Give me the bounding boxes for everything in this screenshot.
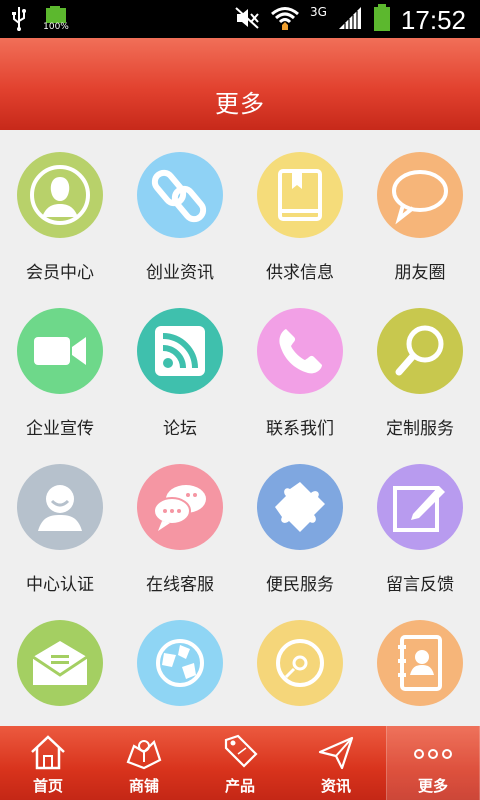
- tab-label: 首页: [32, 777, 63, 795]
- more-dots-icon: [411, 732, 452, 772]
- grid-item-contacts[interactable]: [360, 598, 480, 726]
- phone-icon: [257, 308, 343, 394]
- sale-tag-icon: [220, 732, 260, 772]
- grid-item-label: 创业资讯: [146, 263, 214, 283]
- tab-shop[interactable]: 商铺: [96, 726, 192, 800]
- puzzle-icon: [257, 464, 343, 550]
- contact-book-icon: [377, 620, 463, 706]
- tab-more[interactable]: 更多: [386, 726, 480, 800]
- grid-item-custom-service[interactable]: 定制服务: [360, 286, 480, 442]
- grid-item-label: 便民服务: [266, 575, 334, 595]
- shop-icon: [124, 732, 164, 772]
- grid-item-label: 供求信息: [266, 263, 334, 283]
- grid-item-contact-us[interactable]: 联系我们: [240, 286, 360, 442]
- status-bar: 100% 3G 17:52: [0, 0, 480, 38]
- home-icon: [28, 732, 68, 772]
- grid-item-label: 中心认证: [26, 575, 94, 595]
- video-camera-icon: [17, 308, 103, 394]
- book-icon: [257, 152, 343, 238]
- rss-icon: [137, 308, 223, 394]
- network-type-label: 3G: [309, 5, 327, 19]
- grid-item-label: 会员中心: [26, 263, 94, 283]
- grid-item-friends[interactable]: 朋友圈: [360, 130, 480, 286]
- speech-bubble-icon: [377, 152, 463, 238]
- disc-icon: [257, 620, 343, 706]
- feature-grid: 会员中心 创业资讯 供求信息 朋友圈 企业宣传 论坛 联系我们 定制服务 中心认…: [0, 130, 480, 726]
- header: 更多: [0, 38, 480, 130]
- mute-icon: [234, 6, 260, 34]
- chat-bubbles-icon: [137, 464, 223, 550]
- grid-item-center-cert[interactable]: 中心认证: [0, 442, 120, 598]
- grid-item-supply-demand[interactable]: 供求信息: [240, 130, 360, 286]
- bottom-tab-bar: 首页 商铺 产品 资讯 更多: [0, 726, 480, 800]
- grid-item-label: 留言反馈: [386, 575, 454, 595]
- grid-item-feedback[interactable]: 留言反馈: [360, 442, 480, 598]
- clock: 17:52: [400, 5, 466, 35]
- tab-news[interactable]: 资讯: [288, 726, 384, 800]
- battery-full-icon: 100%: [42, 6, 70, 36]
- grid-item-public-service[interactable]: 便民服务: [240, 442, 360, 598]
- grid-item-label: 在线客服: [146, 575, 214, 595]
- grid-item-online-support[interactable]: 在线客服: [120, 442, 240, 598]
- signal-icon: [337, 5, 363, 35]
- envelope-icon: [17, 620, 103, 706]
- usb-icon: [10, 6, 28, 36]
- grid-item-forum[interactable]: 论坛: [120, 286, 240, 442]
- user-face-icon: [17, 464, 103, 550]
- paper-plane-icon: [316, 732, 356, 772]
- grid-item-label: 朋友圈: [394, 263, 446, 283]
- grid-item-startup-news[interactable]: 创业资讯: [120, 130, 240, 286]
- tab-products[interactable]: 产品: [192, 726, 288, 800]
- battery-percent: 100%: [43, 22, 69, 32]
- grid-item-label: 联系我们: [266, 419, 334, 439]
- grid-item-label: 论坛: [163, 419, 197, 439]
- grid-item-globe[interactable]: [120, 598, 240, 726]
- grid-item-company-promo[interactable]: 企业宣传: [0, 286, 120, 442]
- tab-label: 更多: [417, 777, 448, 795]
- tab-home[interactable]: 首页: [0, 726, 96, 800]
- globe-icon: [137, 620, 223, 706]
- link-icon: [137, 152, 223, 238]
- tab-label: 产品: [224, 777, 255, 795]
- grid-item-label: 企业宣传: [26, 419, 94, 439]
- magnifier-icon: [377, 308, 463, 394]
- grid-item-label: 定制服务: [386, 419, 454, 439]
- person-icon: [17, 152, 103, 238]
- wifi-icon: [270, 5, 300, 35]
- tab-label: 资讯: [320, 777, 351, 795]
- edit-icon: [377, 464, 463, 550]
- grid-item-member-center[interactable]: 会员中心: [0, 130, 120, 286]
- tab-label: 商铺: [128, 777, 159, 795]
- page-title: 更多: [215, 90, 265, 118]
- grid-item-disc[interactable]: [240, 598, 360, 726]
- grid-item-envelope[interactable]: [0, 598, 120, 726]
- battery-icon: [373, 4, 391, 36]
